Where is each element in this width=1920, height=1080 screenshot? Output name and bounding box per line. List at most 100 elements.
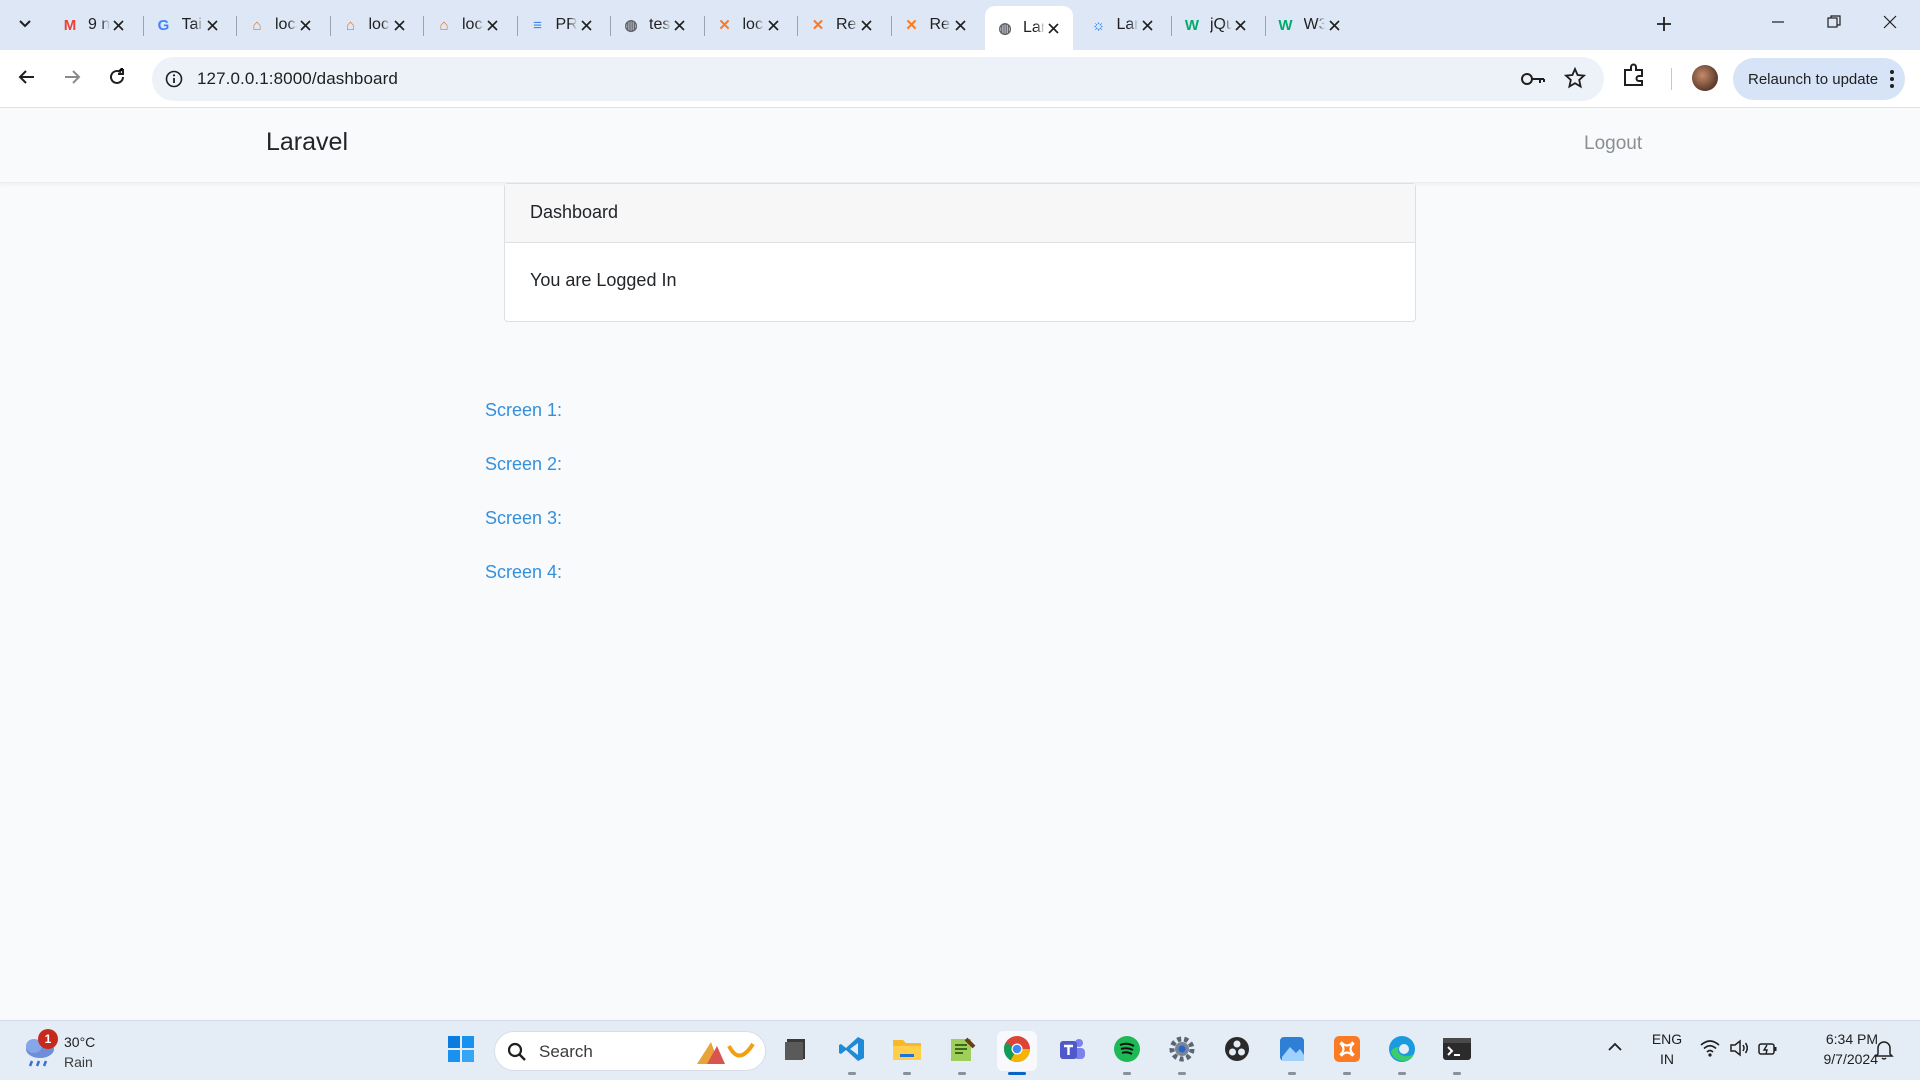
taskbar-search[interactable]: Search: [494, 1031, 766, 1071]
browser-tab[interactable]: G Tailwind: [144, 7, 232, 43]
google-icon: G: [157, 16, 170, 34]
screen-3-link[interactable]: Screen 3:: [485, 508, 562, 562]
back-button[interactable]: [10, 62, 44, 96]
taskbar-app-xampp[interactable]: [1327, 1031, 1367, 1075]
screen-2-link[interactable]: Screen 2:: [485, 454, 562, 508]
system-clock[interactable]: 6:34 PM 9/7/2024: [1798, 1029, 1879, 1069]
browser-tab[interactable]: ⌂ localhost: [237, 7, 325, 43]
logout-link[interactable]: Logout: [1584, 133, 1642, 155]
reload-button[interactable]: [100, 62, 134, 96]
extensions-puzzle-icon[interactable]: [1621, 62, 1647, 93]
running-indicator: [1398, 1072, 1406, 1075]
taskbar-app-spotify[interactable]: [1107, 1031, 1147, 1075]
notification-bell-icon[interactable]: [1874, 1039, 1894, 1066]
tab-close-icon[interactable]: [203, 16, 221, 34]
browser-tab[interactable]: ◍ test: [611, 7, 699, 43]
tab-title: localhost: [462, 16, 484, 33]
browser-tab[interactable]: ⌂ localhost: [424, 7, 512, 43]
menu-dots-icon[interactable]: [1889, 69, 1895, 93]
chevron-up-icon[interactable]: [1607, 1039, 1623, 1060]
taskbar-app-obs[interactable]: [1217, 1031, 1257, 1071]
settings-icon: [1167, 1034, 1197, 1069]
arrow-right-icon: [63, 68, 81, 91]
taskbar-app-vscode[interactable]: [832, 1031, 872, 1075]
docs-icon: ≡: [533, 16, 542, 34]
tab-close-icon[interactable]: [390, 16, 408, 34]
spotify-icon: [1112, 1034, 1142, 1069]
tab-title: 9 new: [88, 16, 110, 33]
browser-tab[interactable]: ◍ Laravel: [985, 6, 1073, 50]
tab-separator: [610, 16, 611, 36]
weather-condition: Rain: [64, 1054, 93, 1070]
password-key-icon[interactable]: [1520, 67, 1546, 96]
taskbar-app-explorer[interactable]: [887, 1031, 927, 1075]
browser-tab[interactable]: ✕ Reg: [798, 7, 886, 43]
browser-tab[interactable]: ✕ localhost: [705, 7, 793, 43]
tab-close-icon[interactable]: [1045, 19, 1063, 37]
tab-title: Laravel: [1116, 16, 1139, 33]
language-code: ENG: [1651, 1031, 1683, 1047]
phpmyadmin-icon: ⌂: [252, 16, 262, 34]
running-indicator: [1288, 1072, 1296, 1075]
profile-avatar[interactable]: [1692, 65, 1718, 91]
running-indicator: [903, 1072, 911, 1075]
start-button[interactable]: [441, 1031, 481, 1071]
card-body: You are Logged In: [530, 270, 677, 290]
browser-tab[interactable]: ⌂ localhost: [331, 7, 419, 43]
tab-close-icon[interactable]: [1325, 16, 1343, 34]
tab-close-icon[interactable]: [110, 16, 128, 34]
browser-tab[interactable]: ✕ Reg: [892, 7, 980, 43]
relaunch-to-update-button[interactable]: Relaunch to update: [1733, 58, 1905, 100]
wifi-icon: [1700, 1039, 1720, 1062]
tab-close-icon[interactable]: [297, 16, 315, 34]
tab-title: PRO: [555, 16, 578, 33]
close-window-button[interactable]: [1862, 0, 1918, 48]
taskbar-app-settings[interactable]: [1162, 1031, 1202, 1075]
browser-tab[interactable]: ☼ Laravel: [1079, 7, 1167, 43]
tab-separator: [423, 16, 424, 36]
browser-tab[interactable]: ≡ PRO: [518, 7, 606, 43]
taskbar-app-file-manager[interactable]: [776, 1031, 816, 1071]
tab-close-icon[interactable]: [858, 16, 876, 34]
minimize-button[interactable]: [1750, 0, 1806, 48]
screen-1-link[interactable]: Screen 1:: [485, 400, 562, 454]
restore-button[interactable]: [1806, 0, 1862, 48]
globe-icon: ◍: [624, 17, 638, 34]
tab-close-icon[interactable]: [951, 16, 969, 34]
forward-button[interactable]: [55, 62, 89, 96]
terminal-icon: [1442, 1036, 1472, 1067]
url-text[interactable]: 127.0.0.1:8000/dashboard: [197, 69, 398, 89]
screen-4-link[interactable]: Screen 4:: [485, 562, 562, 616]
tab-close-icon[interactable]: [764, 16, 782, 34]
tab-close-icon[interactable]: [671, 16, 689, 34]
tab-close-icon[interactable]: [1232, 16, 1250, 34]
weather-widget[interactable]: 1 30°C Rain: [20, 1029, 110, 1073]
taskbar-app-notepad[interactable]: [942, 1031, 982, 1075]
chrome-icon: [1002, 1034, 1032, 1069]
site-info-icon[interactable]: [162, 67, 186, 91]
taskbar-app-photos[interactable]: [1272, 1031, 1312, 1075]
address-bar[interactable]: 127.0.0.1:8000/dashboard: [152, 57, 1604, 101]
browser-tab[interactable]: W W3S: [1266, 7, 1354, 43]
tab-search-button[interactable]: [9, 11, 41, 39]
new-tab-button[interactable]: [1650, 12, 1678, 40]
taskbar-app-chrome[interactable]: [997, 1031, 1037, 1075]
browser-tab[interactable]: WjQuery: [1172, 7, 1260, 43]
teams-icon: [1057, 1035, 1087, 1068]
tab-close-icon[interactable]: [484, 16, 502, 34]
browser-tab[interactable]: M 9 new: [50, 7, 138, 43]
bookmark-star-icon[interactable]: [1563, 66, 1587, 94]
brand-link[interactable]: Laravel: [266, 128, 348, 157]
tab-title: jQuery: [1210, 16, 1232, 33]
tab-title: localhost: [742, 16, 765, 33]
tab-close-icon[interactable]: [1138, 16, 1156, 34]
language-indicator[interactable]: ENG IN: [1650, 1029, 1684, 1069]
tab-close-icon[interactable]: [577, 16, 595, 34]
search-label: Search: [539, 1042, 593, 1061]
taskbar-app-terminal[interactable]: [1437, 1031, 1477, 1075]
xampp-icon: ✕: [718, 17, 731, 34]
notepad-plus-icon: [948, 1035, 976, 1068]
taskbar-app-teams[interactable]: [1052, 1031, 1092, 1071]
system-tray[interactable]: [1700, 1039, 1778, 1062]
taskbar-app-edge[interactable]: [1382, 1031, 1422, 1075]
